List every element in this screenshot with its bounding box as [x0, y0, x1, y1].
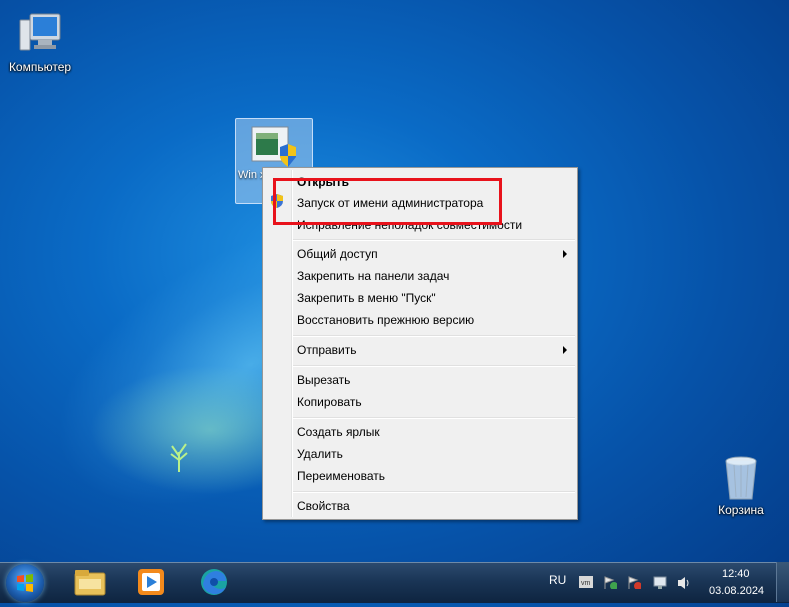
taskbar	[0, 562, 789, 603]
show-desktop-button[interactable]	[776, 562, 789, 602]
highlight-box	[273, 178, 502, 225]
recycle-bin-icon	[717, 453, 765, 501]
menu-item-pin-taskbar[interactable]: Закрепить на панели задач	[297, 265, 449, 287]
clock-date[interactable]: 03.08.2024	[709, 585, 764, 597]
wallpaper-sprig-icon	[170, 443, 188, 472]
menu-separator	[293, 239, 575, 241]
svg-text:vm: vm	[581, 580, 591, 587]
menu-item-copy[interactable]: Копировать	[297, 391, 362, 413]
menu-item-properties[interactable]: Свойства	[297, 495, 350, 517]
menu-separator	[293, 491, 575, 493]
edge-icon	[201, 569, 227, 595]
menu-item-rename[interactable]: Переименовать	[297, 465, 385, 487]
desktop-icon-computer[interactable]: Компьютер	[3, 10, 77, 74]
network-icon[interactable]	[653, 575, 667, 589]
desktop-icon-label: Компьютер	[8, 60, 72, 74]
computer-icon	[16, 10, 64, 58]
menu-item-share[interactable]: Общий доступ	[297, 243, 378, 265]
explorer-icon	[74, 570, 106, 596]
windows-logo-icon	[17, 574, 33, 592]
menu-separator	[293, 417, 575, 419]
menu-item-cut[interactable]: Вырезать	[297, 369, 350, 391]
menu-item-pin-start[interactable]: Закрепить в меню "Пуск"	[297, 287, 436, 309]
desktop-icon-recycle-bin[interactable]: Корзина	[704, 453, 778, 517]
action-center-icon[interactable]	[603, 575, 617, 589]
menu-item-delete[interactable]: Удалить	[297, 443, 343, 465]
taskbar-explorer-button[interactable]	[73, 565, 107, 599]
media-player-icon	[138, 569, 164, 595]
volume-icon[interactable]	[676, 575, 690, 589]
submenu-arrow-icon	[563, 250, 567, 258]
menu-item-send-to[interactable]: Отправить	[297, 339, 357, 361]
start-button[interactable]	[6, 564, 44, 602]
menu-item-create-shortcut[interactable]: Создать ярлык	[297, 421, 380, 443]
clock-time[interactable]: 12:40	[722, 568, 750, 580]
taskbar-edge-button[interactable]	[197, 565, 231, 599]
language-indicator[interactable]: RU	[549, 573, 566, 587]
submenu-arrow-icon	[563, 346, 567, 354]
menu-item-restore-previous[interactable]: Восстановить прежнюю версию	[297, 309, 474, 331]
menu-separator	[293, 335, 575, 337]
taskbar-media-player-button[interactable]	[135, 565, 169, 599]
desktop-icon-label: Корзина	[718, 503, 764, 517]
installer-shield-icon	[251, 126, 296, 167]
menu-separator	[293, 365, 575, 367]
vmware-icon[interactable]: vm	[579, 575, 593, 589]
flag-icon[interactable]	[627, 575, 641, 589]
